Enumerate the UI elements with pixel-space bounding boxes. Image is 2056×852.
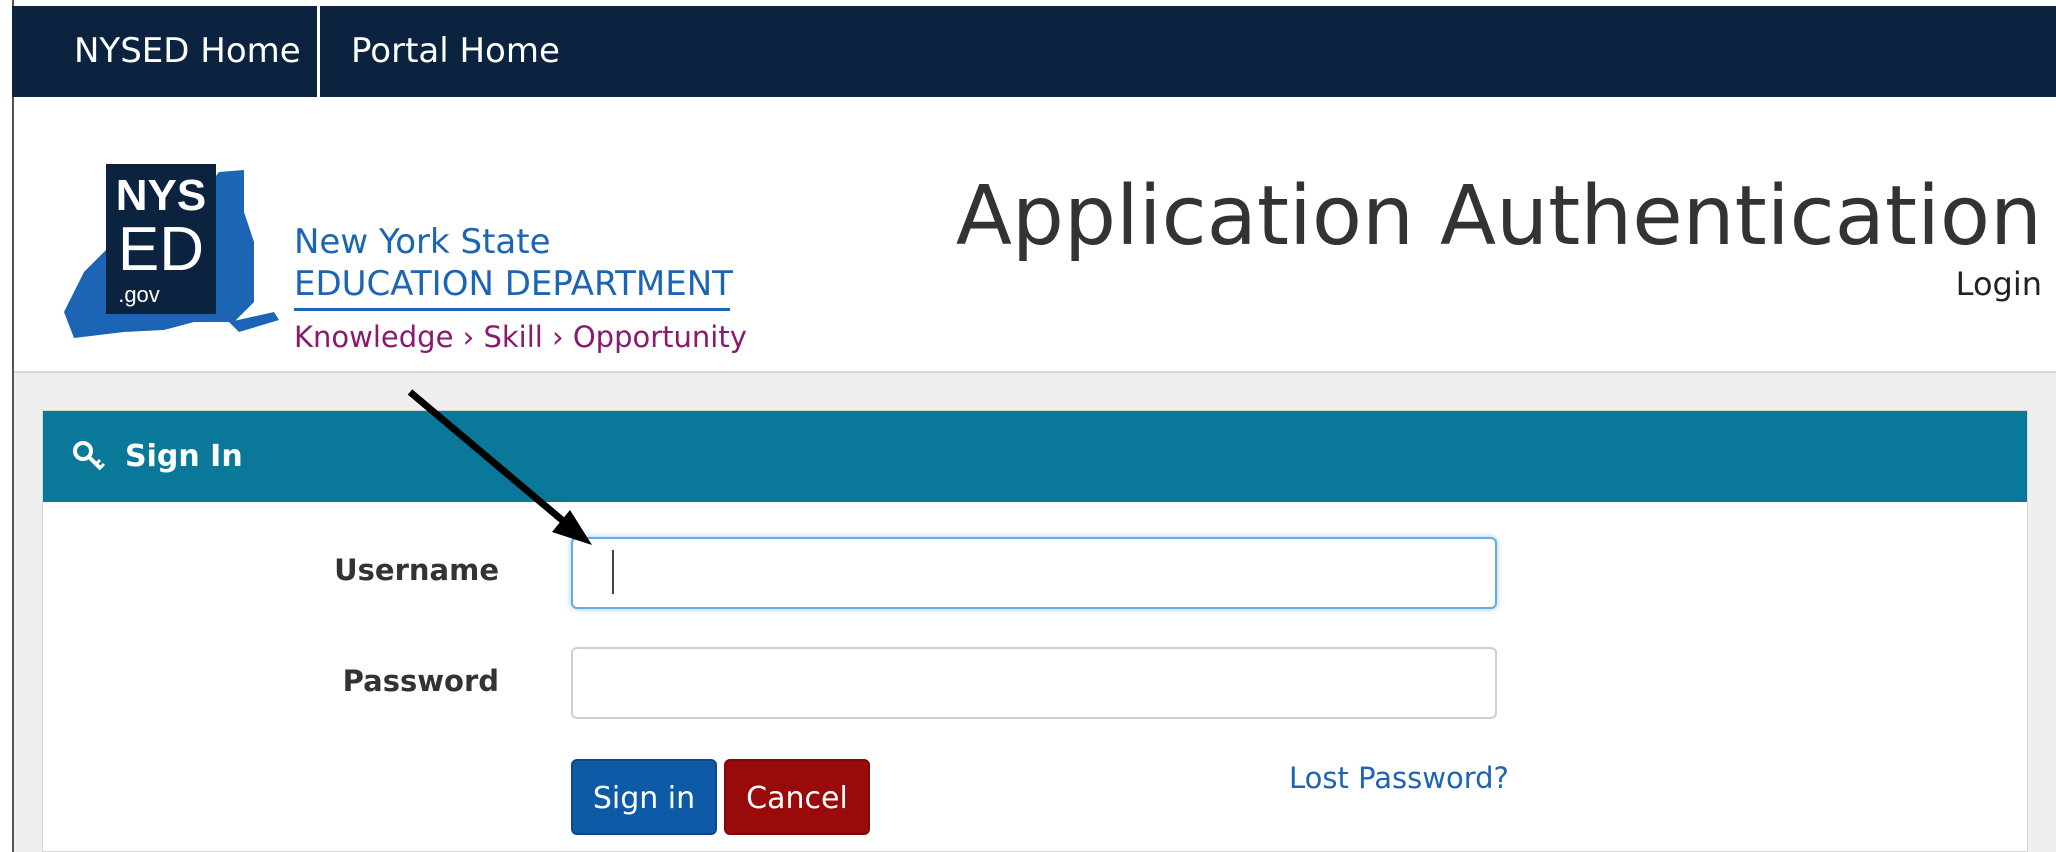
password-input[interactable] [571,647,1497,719]
svg-text:ED: ED [118,215,204,284]
sign-in-panel: Sign In Username Password Sign in Cancel… [42,410,2028,852]
username-label: Username [334,553,499,587]
key-icon [73,441,106,471]
page-header: NYS ED .gov New York State EDUCATION DEP… [14,97,2056,373]
nav-link-nysed-home[interactable]: NYSED Home [74,6,301,97]
sign-in-panel-header: Sign In [43,411,2027,502]
top-nav-bar: NYSED Home Portal Home [12,6,2056,97]
nys-ed-state-map-icon: NYS ED .gov [64,164,279,338]
logo-line-tagline: Knowledge › Skill › Opportunity [294,320,747,354]
svg-text:.gov: .gov [118,282,160,307]
nysed-logo[interactable]: NYS ED .gov New York State EDUCATION DEP… [44,152,747,354]
text-caret [612,550,614,594]
window-left-border [0,0,14,852]
logo-line-state: New York State [294,222,551,262]
lost-password-link[interactable]: Lost Password? [1289,761,1509,795]
svg-text:NYS: NYS [116,171,206,220]
username-input[interactable] [571,537,1497,609]
logo-text: New York State EDUCATION DEPARTMENT Know… [294,222,747,357]
page: NYSED Home Portal Home NYS ED .gov New Y… [0,0,2056,852]
nav-divider [317,6,320,97]
nav-link-portal-home[interactable]: Portal Home [351,6,560,97]
password-label: Password [342,664,499,698]
page-subtitle: Login [1955,265,2042,303]
page-title: Application Authentication [955,169,2042,264]
sign-in-button[interactable]: Sign in [571,759,717,835]
sign-in-heading: Sign In [125,439,243,474]
logo-rule [294,308,730,311]
cancel-button[interactable]: Cancel [724,759,870,835]
logo-line-department: EDUCATION DEPARTMENT [294,264,733,304]
